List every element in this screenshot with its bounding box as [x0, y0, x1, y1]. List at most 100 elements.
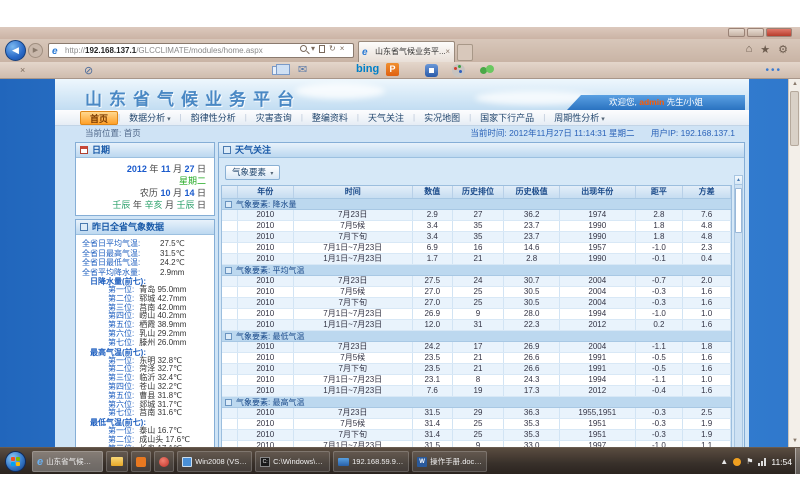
browser-scrollbar[interactable]: ▲ ▼ [788, 79, 800, 447]
pinyin-badge[interactable]: P [386, 63, 399, 76]
browser-tab[interactable]: e 山东省气候业务平... × [358, 41, 455, 62]
cards-icon[interactable] [272, 66, 284, 75]
gear-icon[interactable]: ⚙ [778, 43, 788, 56]
nav-item-韵律性分析[interactable]: 韵律性分析 [182, 111, 245, 125]
taskbar-task[interactable] [154, 451, 174, 472]
bing-logo[interactable]: bing [356, 63, 379, 75]
close-button[interactable] [766, 28, 792, 37]
notification-icon[interactable] [733, 458, 741, 466]
taskbar-task[interactable]: e山东省气候业务平... [32, 451, 103, 472]
blocked-icon[interactable]: ⊘ [84, 64, 93, 77]
table-group-row[interactable]: 气象要素: 降水量 [222, 199, 731, 210]
table-row[interactable]: 20107月下旬31.42535.31951-0.31.9 [222, 430, 731, 441]
nav-item-天气关注[interactable]: 天气关注 [359, 111, 413, 125]
taskbar-task[interactable] [131, 451, 151, 472]
table-header-方差[interactable]: 方差 [683, 186, 731, 198]
table-header-出现年份[interactable]: 出现年份 [560, 186, 636, 198]
table-row[interactable]: 20107月1日~7月23日6.91614.61957-1.02.3 [222, 243, 731, 254]
nav-item-整编资料[interactable]: 整编资料 [303, 111, 357, 125]
table-cell: 27.0 [413, 287, 453, 297]
table-header-时间[interactable]: 时间 [294, 186, 413, 198]
taskbar-task[interactable]: C:C:\Windows\s... [255, 451, 330, 472]
nav-item-周期性分析[interactable]: 周期性分析▾ [545, 111, 614, 125]
table-cell: 2010 [238, 221, 294, 231]
chevron-down-icon: ▾ [270, 171, 273, 177]
table-row[interactable]: 20101月1日~7月23日1.7212.81990-0.10.4 [222, 254, 731, 265]
hidden-icons-icon[interactable]: ▲ [720, 457, 728, 466]
taskbar-task[interactable]: Win2008 (VS2... [177, 451, 252, 472]
nav-item-首页[interactable]: 首页 [80, 111, 118, 125]
scroll-up-icon[interactable]: ▲ [735, 176, 742, 185]
film-icon[interactable] [425, 64, 438, 77]
show-desktop-button[interactable] [795, 448, 800, 475]
people-icon[interactable] [480, 65, 494, 76]
expander-icon[interactable] [225, 267, 232, 274]
compatibility-icon[interactable] [319, 45, 325, 53]
taskbar-task[interactable]: 192.168.59.99... [333, 451, 409, 472]
element-filter-button[interactable]: 气象要素 ▾ [225, 165, 280, 180]
table-header-距平[interactable]: 距平 [636, 186, 684, 198]
maximize-button[interactable] [747, 28, 764, 37]
content-area: 日期 2012 年 11 月 27 日星期二农历 10 月 14 日壬辰 年 辛… [55, 140, 749, 447]
stop-icon[interactable]: × [340, 44, 345, 53]
table-row[interactable]: 20101月1日~7月23日7.61917.32012-0.41.6 [222, 386, 731, 397]
table-row[interactable]: 20107月23日27.52430.72004-0.72.0 [222, 276, 731, 287]
chevron-down-icon[interactable]: ▾ [311, 44, 315, 53]
search-icon[interactable] [300, 45, 307, 52]
nav-item-国家下行产品[interactable]: 国家下行产品 [471, 111, 543, 125]
expander-icon[interactable] [225, 333, 232, 340]
start-button[interactable] [5, 451, 26, 472]
scrollbar-thumb[interactable] [735, 188, 742, 233]
action-center-flag-icon[interactable]: ⚑ [746, 457, 753, 466]
refresh-icon[interactable]: ↻ [329, 44, 336, 53]
taskbar-task[interactable]: W操作手册.docx ... [412, 451, 487, 472]
clock[interactable]: 11:54 [771, 457, 792, 467]
close-icon[interactable]: × [20, 65, 25, 75]
table-row[interactable]: 20107月5候23.52126.61991-0.51.6 [222, 353, 731, 364]
table-row[interactable]: 20107月下旬3.43523.719901.84.8 [222, 232, 731, 243]
table-row[interactable]: 20107月1日~7月23日23.1824.31994-1.11.0 [222, 375, 731, 386]
panel-scrollbar[interactable]: ▲ [734, 175, 743, 447]
table-row[interactable]: 20107月23日24.21726.92004-1.11.8 [222, 342, 731, 353]
nav-item-灾害查询[interactable]: 灾害查询 [247, 111, 301, 125]
expander-icon[interactable] [225, 201, 232, 208]
nav-item-数据分析[interactable]: 数据分析▾ [120, 111, 180, 125]
new-tab-button[interactable] [457, 44, 473, 61]
table-row[interactable]: 20107月5候31.42535.31951-0.31.9 [222, 419, 731, 430]
table-row[interactable]: 20101月1日~7月23日12.03122.320120.21.6 [222, 320, 731, 331]
home-icon[interactable]: ⌂ [746, 43, 753, 56]
taskbar-task[interactable] [106, 451, 128, 472]
table-header-历史排位[interactable]: 历史排位 [453, 186, 505, 198]
table-row[interactable]: 20107月23日2.92736.219742.87.6 [222, 210, 731, 221]
table-header-年份[interactable]: 年份 [238, 186, 294, 198]
favorites-star-icon[interactable]: ★ [760, 43, 770, 56]
tab-close-icon[interactable]: × [445, 42, 450, 61]
welcome-banner: 欢迎您, admin 先生/小姐 [567, 95, 745, 110]
table-cell: 2010 [238, 243, 294, 253]
scrollbar-thumb[interactable] [790, 91, 799, 146]
table-cell: 21 [453, 353, 505, 363]
table-row[interactable]: 20107月5候27.02530.52004-0.31.6 [222, 287, 731, 298]
table-group-row[interactable]: 气象要素: 最低气温 [222, 331, 731, 342]
table-header-数值[interactable]: 数值 [413, 186, 453, 198]
scroll-down-icon[interactable]: ▼ [789, 436, 800, 447]
table-row[interactable]: 20107月1日~7月23日26.9928.01994-1.01.0 [222, 309, 731, 320]
table-group-row[interactable]: 气象要素: 最高气温 [222, 397, 731, 408]
table-row[interactable]: 20107月5候3.43523.719901.84.8 [222, 221, 731, 232]
table-row[interactable]: 20107月下旬23.52126.61991-0.51.6 [222, 364, 731, 375]
table-row[interactable]: 20107月下旬27.02530.52004-0.31.6 [222, 298, 731, 309]
network-icon[interactable] [758, 458, 766, 466]
table-group-row[interactable]: 气象要素: 平均气温 [222, 265, 731, 276]
nav-item-实况地图[interactable]: 实况地图 [415, 111, 469, 125]
mail-icon[interactable]: ✉ [298, 63, 307, 76]
overflow-dots-icon[interactable]: ••• [765, 65, 782, 76]
table-header-历史极值[interactable]: 历史极值 [504, 186, 560, 198]
table-row[interactable]: 20107月23日31.52936.31955,1951-0.32.5 [222, 408, 731, 419]
minimize-button[interactable] [728, 28, 745, 37]
palette-icon[interactable] [452, 64, 465, 77]
back-button[interactable]: ◀ [5, 40, 26, 61]
scroll-up-icon[interactable]: ▲ [789, 79, 800, 90]
forward-button[interactable]: ▶ [28, 43, 43, 58]
table-cell: 4.8 [683, 221, 731, 231]
expander-icon[interactable] [225, 399, 232, 406]
